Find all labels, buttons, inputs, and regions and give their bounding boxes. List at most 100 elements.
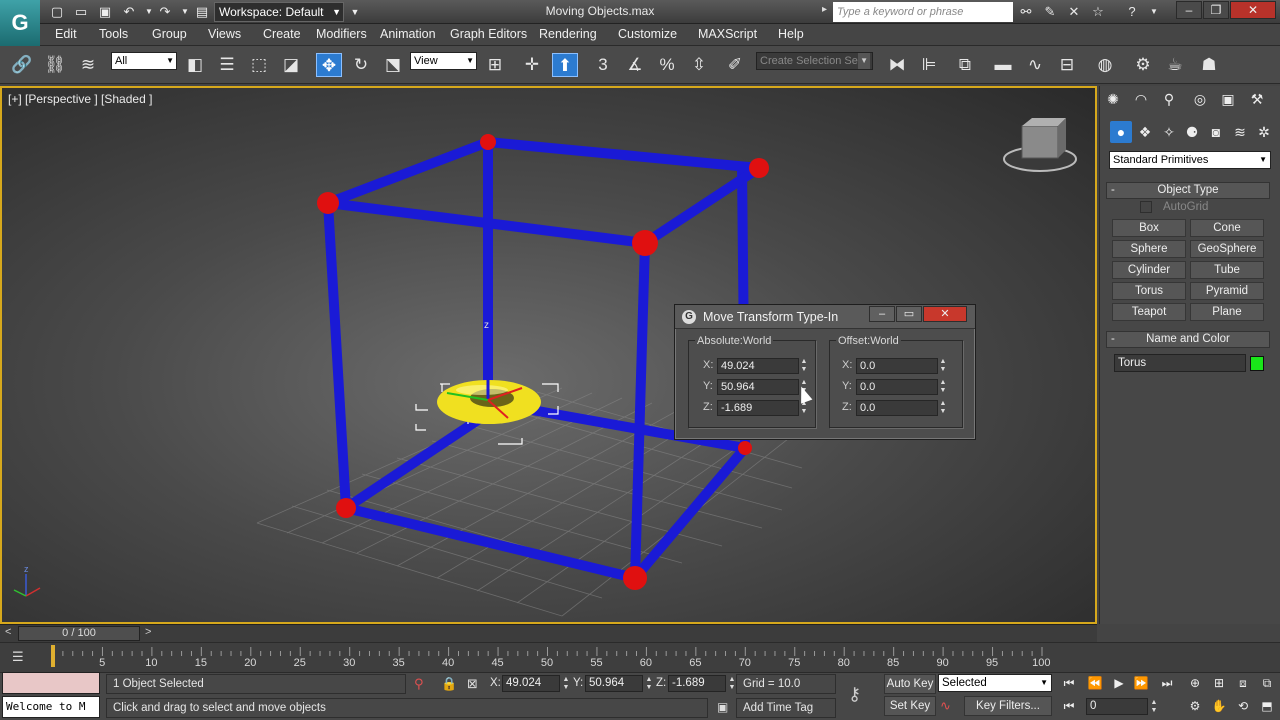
redo-dropdown-icon[interactable]: ▼: [176, 3, 194, 21]
redo-icon[interactable]: ↷: [156, 3, 174, 21]
sphere-button[interactable]: Sphere: [1112, 240, 1186, 258]
select-and-manipulate-icon[interactable]: ✛: [519, 53, 545, 77]
object-category-dropdown[interactable]: Standard Primitives ▼: [1109, 151, 1271, 169]
restore-window-button[interactable]: ❐: [1203, 1, 1229, 19]
named-selection-sets-dropdown[interactable]: Create Selection Se ▼: [756, 52, 873, 70]
cone-button[interactable]: Cone: [1190, 219, 1264, 237]
menu-rendering[interactable]: Rendering: [539, 27, 597, 41]
go-to-start-icon[interactable]: ⏮: [1058, 673, 1080, 693]
maxscript-listener-output[interactable]: [2, 672, 100, 694]
status-y-field[interactable]: 50.964: [585, 675, 643, 692]
menu-animation[interactable]: Animation: [380, 27, 436, 41]
plane-button[interactable]: Plane: [1190, 303, 1264, 321]
favorites-star-icon[interactable]: ☆: [1088, 3, 1108, 21]
close-window-button[interactable]: ✕: [1230, 1, 1276, 19]
pyramid-button[interactable]: Pyramid: [1190, 282, 1264, 300]
key-mode-dropdown[interactable]: Selected ▼: [938, 674, 1052, 692]
render-setup-icon[interactable]: ⚙: [1130, 53, 1156, 77]
autogrid-checkbox[interactable]: [1140, 201, 1152, 213]
selection-filter-dropdown[interactable]: All ▼: [111, 52, 177, 70]
set-keys-key-icon[interactable]: ⚷: [848, 684, 861, 705]
status-z-field[interactable]: -1.689: [668, 675, 726, 692]
next-frame-icon[interactable]: ⏩: [1130, 673, 1152, 693]
menu-group[interactable]: Group: [152, 27, 187, 41]
current-frame-marker[interactable]: [51, 645, 55, 667]
undo-icon[interactable]: ↶: [120, 3, 138, 21]
lights-icon[interactable]: ✧: [1158, 121, 1180, 143]
window-crossing-icon[interactable]: ◪: [278, 53, 304, 77]
orbit-icon[interactable]: ⟲: [1232, 696, 1254, 716]
utilities-panel-icon[interactable]: ⚒: [1246, 88, 1268, 110]
app-logo[interactable]: G: [0, 0, 40, 46]
percent-snap-icon[interactable]: %: [654, 53, 680, 77]
time-slider[interactable]: 0 / 100: [18, 626, 140, 641]
cylinder-button[interactable]: Cylinder: [1112, 261, 1186, 279]
dialog-minimize-button[interactable]: –: [869, 306, 895, 322]
key-mode-toggle-icon[interactable]: ⏮: [1058, 696, 1080, 716]
select-by-name-icon[interactable]: ☰: [214, 53, 240, 77]
menu-tools[interactable]: Tools: [99, 27, 128, 41]
time-tag-icon[interactable]: ▣: [717, 700, 728, 714]
previous-frame-icon[interactable]: ⏪: [1084, 673, 1106, 693]
pan-view-icon[interactable]: ✋: [1208, 696, 1230, 716]
default-tangents-icon[interactable]: ∿: [940, 698, 951, 714]
zoom-icon[interactable]: ⊕: [1184, 673, 1206, 693]
align-icon[interactable]: ⊫: [916, 53, 942, 77]
track-bar[interactable]: ☰ 5 10 15 20 25 30 35 40 45 50 55 60 65 70 75 80 85 90 95 1…: [0, 642, 1280, 672]
name-and-color-rollout-header[interactable]: - Name and Color: [1106, 331, 1270, 348]
geosphere-button[interactable]: GeoSphere: [1190, 240, 1264, 258]
off-z-field[interactable]: 0.0: [856, 400, 938, 416]
space-warps-icon[interactable]: ≋: [1229, 121, 1251, 143]
minimize-window-button[interactable]: –: [1176, 1, 1202, 19]
prev-frame-button[interactable]: <: [5, 626, 11, 638]
systems-icon[interactable]: ✲: [1253, 121, 1275, 143]
modify-panel-icon[interactable]: ◠: [1130, 88, 1152, 110]
dialog-maximize-button[interactable]: ▭: [896, 306, 922, 322]
edit-named-selection-icon[interactable]: ✐: [722, 53, 748, 77]
new-file-icon[interactable]: ▢: [48, 3, 66, 21]
auto-key-button[interactable]: Auto Key: [884, 674, 936, 694]
motion-panel-icon[interactable]: ◎: [1189, 88, 1211, 110]
bind-to-space-warp-icon[interactable]: ≋: [75, 53, 101, 77]
time-configuration-icon[interactable]: ⚙: [1184, 696, 1206, 716]
dialog-close-button[interactable]: ✕: [923, 306, 967, 322]
menu-graph-editors[interactable]: Graph Editors: [450, 27, 527, 41]
reference-coordinate-dropdown[interactable]: View ▼: [410, 52, 477, 70]
select-object-icon[interactable]: ◧: [182, 53, 208, 77]
absolute-mode-icon[interactable]: ⊠: [467, 676, 478, 692]
curve-editor-icon[interactable]: ∿: [1022, 53, 1048, 77]
chevron-right-icon[interactable]: ▸: [822, 4, 827, 15]
open-file-icon[interactable]: ▭: [72, 3, 90, 21]
geometry-icon[interactable]: ●: [1110, 121, 1132, 143]
layer-manager-icon[interactable]: ⧉: [952, 53, 978, 77]
isolate-selection-icon[interactable]: ⚲: [414, 676, 424, 692]
search-input[interactable]: Type a keyword or phrase: [833, 2, 1013, 22]
zoom-all-icon[interactable]: ⊞: [1208, 673, 1230, 693]
zoom-extents-icon[interactable]: ⧈: [1232, 673, 1254, 693]
key-filters-button[interactable]: Key Filters...: [964, 696, 1052, 716]
abs-x-spinner[interactable]: ▲ ▼: [799, 358, 809, 374]
off-x-spinner[interactable]: ▲ ▼: [938, 358, 948, 374]
select-and-move-icon[interactable]: ✥: [316, 53, 342, 77]
tube-button[interactable]: Tube: [1190, 261, 1264, 279]
off-y-spinner[interactable]: ▲ ▼: [938, 379, 948, 395]
next-frame-button[interactable]: >: [145, 626, 151, 638]
off-y-field[interactable]: 0.0: [856, 379, 938, 395]
angle-snap-icon[interactable]: ∡: [622, 53, 648, 77]
menu-modifiers[interactable]: Modifiers: [316, 27, 367, 41]
zoom-extents-all-icon[interactable]: ⧉: [1256, 673, 1278, 693]
maximize-viewport-icon[interactable]: ⬒: [1256, 696, 1278, 716]
teapot-button[interactable]: Teapot: [1112, 303, 1186, 321]
object-color-swatch[interactable]: [1250, 356, 1264, 371]
selection-lock-icon[interactable]: 🔒: [441, 676, 457, 692]
cameras-icon[interactable]: ⚈: [1181, 121, 1203, 143]
hierarchy-panel-icon[interactable]: ⚲: [1158, 88, 1180, 110]
maxscript-mini-listener[interactable]: Welcome to M: [2, 696, 100, 718]
select-and-link-icon[interactable]: 🔗: [9, 53, 35, 77]
shapes-icon[interactable]: ❖: [1134, 121, 1156, 143]
box-button[interactable]: Box: [1112, 219, 1186, 237]
status-x-spinner[interactable]: ▲ ▼: [561, 676, 571, 692]
menu-create[interactable]: Create: [263, 27, 301, 41]
select-and-scale-icon[interactable]: ⬔: [380, 53, 406, 77]
snaps-toggle-icon[interactable]: 3: [590, 53, 616, 77]
